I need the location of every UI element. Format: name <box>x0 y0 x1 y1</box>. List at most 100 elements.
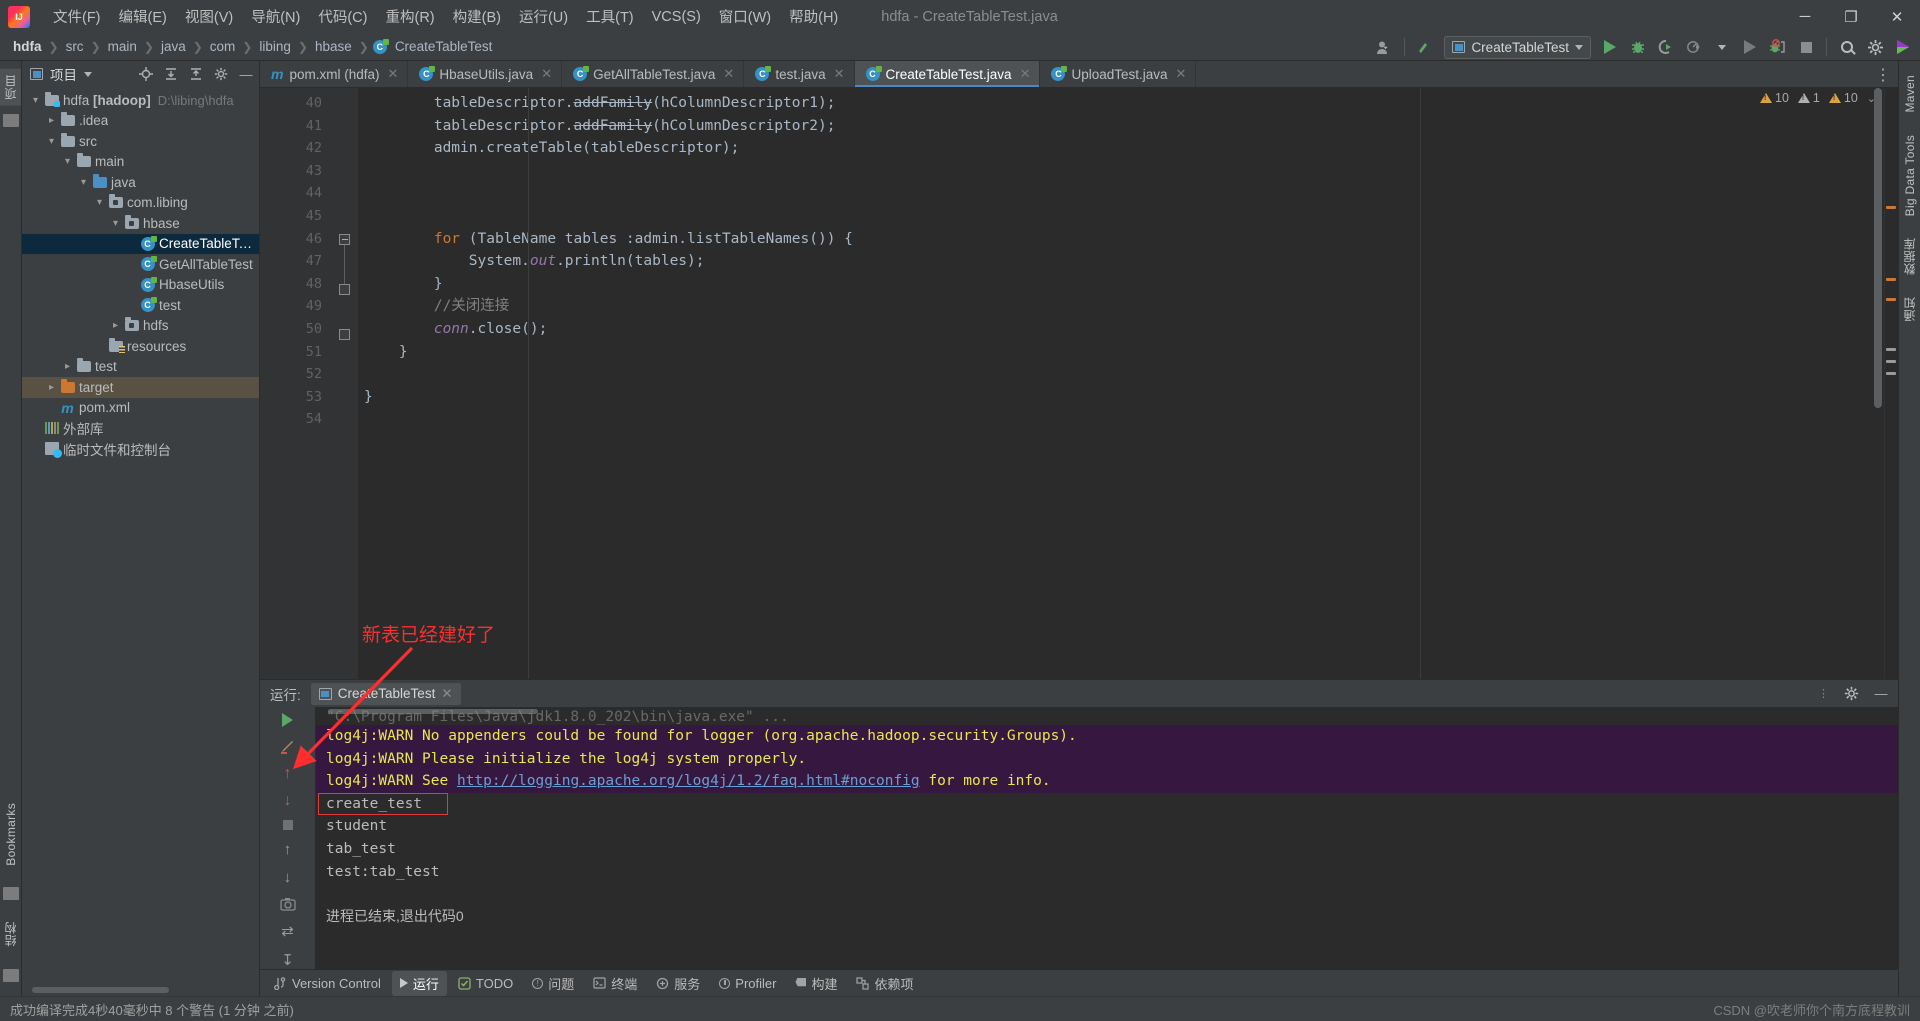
debug-button[interactable] <box>1625 35 1651 59</box>
editor-tab-close-icon[interactable]: ✕ <box>723 66 734 82</box>
tree-node-main[interactable]: main <box>22 152 259 173</box>
tree-node-target[interactable]: target <box>22 377 259 398</box>
hide-panel-icon[interactable]: — <box>237 65 255 83</box>
tree-closed-arrow-icon[interactable] <box>44 382 59 393</box>
code-content[interactable]: tableDescriptor.addFamily(hColumnDescrip… <box>358 88 1898 679</box>
menu-item-10[interactable]: 窗口(W) <box>710 2 780 31</box>
breadcrumb-item-java[interactable]: java <box>158 37 189 56</box>
scroll-down-icon[interactable]: ↓ <box>278 869 298 886</box>
bottom-bar-item---[interactable]: 终端 <box>585 971 645 996</box>
inspection-chevron-down-icon[interactable]: ⌄ <box>1867 92 1876 105</box>
menu-item-2[interactable]: 视图(V) <box>176 2 242 31</box>
editor-vertical-scrollbar[interactable] <box>1874 88 1882 408</box>
tree-node--idea[interactable]: .idea <box>22 111 259 132</box>
tree-node-createtabletest[interactable]: C CreateTableTest <box>22 233 259 254</box>
collapse-all-icon[interactable] <box>187 65 205 83</box>
menu-item-8[interactable]: 工具(T) <box>577 2 643 31</box>
editor-tab-close-icon[interactable]: ✕ <box>1020 66 1031 82</box>
tree-node-src[interactable]: src <box>22 131 259 152</box>
inspection-marker-bar[interactable] <box>1884 88 1898 679</box>
tree-node----[interactable]: 外部库 <box>22 418 259 439</box>
run-button[interactable] <box>1597 35 1623 59</box>
console-output[interactable]: "C:\Program Files\Java\jdk1.8.0_202\bin\… <box>316 707 1898 969</box>
attach-debugger-button[interactable] <box>1765 35 1791 59</box>
tree-node-java[interactable]: java <box>22 172 259 193</box>
soft-wrap-icon[interactable]: ⇄ <box>278 922 298 940</box>
project-settings-icon[interactable] <box>212 65 230 83</box>
bottom-bar-item-profiler[interactable]: Profiler <box>711 973 784 994</box>
project-tree-hscrollbar[interactable] <box>22 987 259 996</box>
console-link[interactable]: http://logging.apache.org/log4j/1.2/faq.… <box>457 773 920 789</box>
next-occurrence-icon[interactable]: ↓ <box>278 793 298 809</box>
editor-tabs-options-icon[interactable]: ⋮ <box>1875 61 1892 88</box>
editor-tab-close-icon[interactable]: ✕ <box>1176 66 1187 82</box>
run-with-coverage-button[interactable] <box>1653 35 1679 59</box>
tool-tab-structure[interactable]: 结构 <box>0 916 21 953</box>
bottom-bar-item---[interactable]: 构建 <box>787 971 845 996</box>
tree-node-resources[interactable]: resources <box>22 336 259 357</box>
search-icon[interactable] <box>1834 35 1860 59</box>
tree-node-test[interactable]: test <box>22 357 259 378</box>
bottom-bar-item---[interactable]: 运行 <box>391 970 447 996</box>
menu-item-3[interactable]: 导航(N) <box>242 2 309 31</box>
menu-item-11[interactable]: 帮助(H) <box>780 2 847 31</box>
breadcrumb-item-hbase[interactable]: hbase <box>312 37 355 56</box>
expand-all-icon[interactable] <box>162 65 180 83</box>
breadcrumb-item-com[interactable]: com <box>207 37 239 56</box>
run-tab-close-icon[interactable]: ✕ <box>441 686 452 702</box>
edit-configuration-icon[interactable] <box>278 738 298 755</box>
tree-node-getalltabletest[interactable]: C GetAllTableTest <box>22 254 259 275</box>
run-anything-button[interactable] <box>1737 35 1763 59</box>
bookmark-icon[interactable] <box>2 887 19 901</box>
editor-tab-pom[interactable]: m pom.xml (hdfa) ✕ <box>260 61 409 87</box>
breadcrumb-item-src[interactable]: src <box>63 37 87 56</box>
stop-button[interactable] <box>1793 35 1819 59</box>
tree-open-arrow-icon[interactable] <box>76 177 91 188</box>
run-tab[interactable]: CreateTableTest ✕ <box>310 682 461 705</box>
menu-item-1[interactable]: 编辑(E) <box>110 2 176 31</box>
fold-marker-method-end[interactable] <box>339 329 350 340</box>
tree-open-arrow-icon[interactable] <box>44 136 59 147</box>
tree-node-com-libing[interactable]: com.libing <box>22 193 259 214</box>
profiler-button[interactable] <box>1681 35 1707 59</box>
previous-occurrence-icon[interactable]: ↑ <box>278 766 298 782</box>
editor-tab-hbaseutils[interactable]: C HbaseUtils.java ✕ <box>408 61 563 87</box>
run-hide-icon[interactable]: — <box>1872 685 1890 703</box>
locate-icon[interactable] <box>137 65 155 83</box>
editor-tab-close-icon[interactable]: ✕ <box>834 66 845 82</box>
inspection-status[interactable]: 10 1 10 ⌄ <box>1760 91 1876 105</box>
menu-item-4[interactable]: 代码(C) <box>309 2 376 31</box>
maximize-button[interactable]: ❐ <box>1828 0 1874 33</box>
bottom-bar-item-todo[interactable]: TODO <box>450 973 521 994</box>
commit-icon[interactable] <box>2 113 19 127</box>
tool-tab-project[interactable]: 项目 <box>0 69 21 106</box>
update-project-icon[interactable] <box>1412 35 1438 59</box>
fold-marker-for[interactable] <box>339 234 350 245</box>
breadcrumb-item-main[interactable]: main <box>105 37 140 56</box>
editor-fold-column[interactable] <box>332 88 358 679</box>
bottom-bar-item----[interactable]: 依赖项 <box>848 971 921 996</box>
tool-tab-bookmarks[interactable]: Bookmarks <box>2 797 20 872</box>
editor-tab-test[interactable]: Ctest.java ✕ <box>744 61 855 87</box>
tree-node-pom-xml[interactable]: m pom.xml <box>22 398 259 419</box>
editor-tab-close-icon[interactable]: ✕ <box>387 66 398 82</box>
menu-item-7[interactable]: 运行(U) <box>510 2 577 31</box>
menu-item-5[interactable]: 重构(R) <box>376 2 443 31</box>
tree-node-test[interactable]: Ctest <box>22 295 259 316</box>
drag-handle[interactable]: ⋮ <box>1818 687 1830 700</box>
camera-icon[interactable] <box>278 897 298 911</box>
close-button[interactable]: ✕ <box>1874 0 1920 33</box>
stop-process-icon[interactable] <box>278 820 298 830</box>
settings-icon[interactable] <box>1862 35 1888 59</box>
menu-item-0[interactable]: 文件(F) <box>44 2 110 31</box>
tree-closed-arrow-icon[interactable] <box>44 115 59 126</box>
breadcrumb-item-hdfa[interactable]: hdfa <box>10 37 45 56</box>
bottom-bar-item---[interactable]: 服务 <box>648 971 708 996</box>
tree-closed-arrow-icon[interactable] <box>108 320 123 331</box>
scroll-up-icon[interactable]: ↑ <box>278 841 298 858</box>
tree-open-arrow-icon[interactable] <box>60 156 75 167</box>
menu-item-6[interactable]: 构建(B) <box>444 2 510 31</box>
tree-node-hbaseutils[interactable]: C HbaseUtils <box>22 275 259 296</box>
tool-tab-bigdata[interactable]: Big Data Tools <box>1901 129 1919 222</box>
tree-node-hbase[interactable]: hbase <box>22 213 259 234</box>
